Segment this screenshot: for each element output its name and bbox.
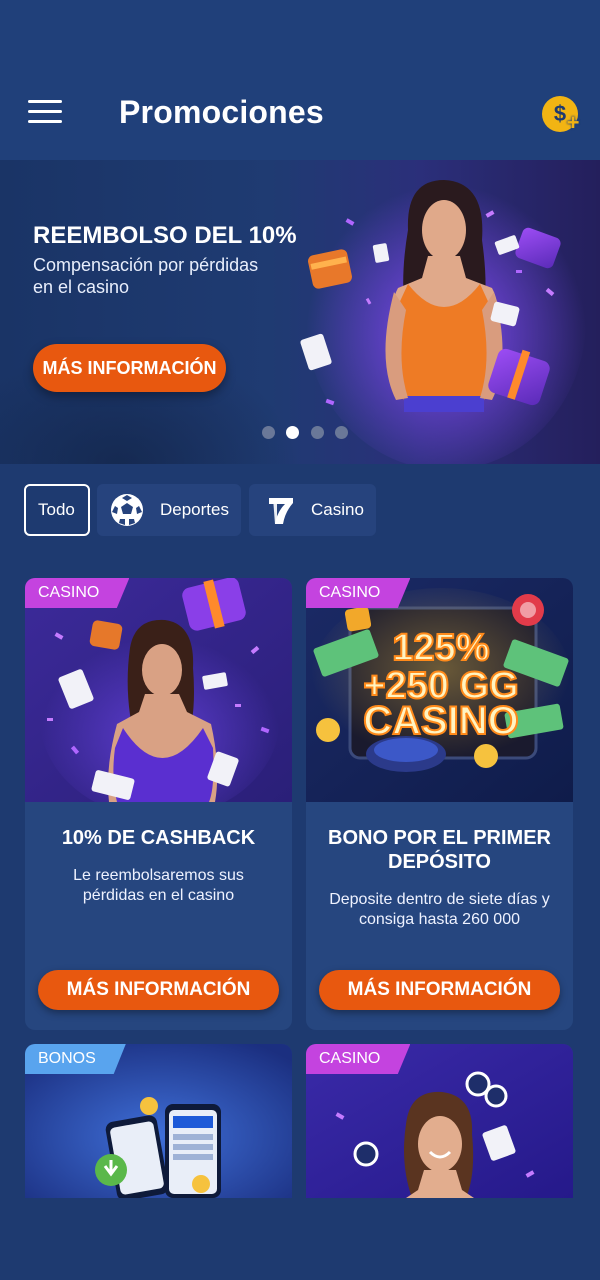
promo-card-bonos[interactable]: BONOS <box>25 1044 292 1198</box>
card-description: Deposite dentro de siete días y consiga … <box>329 891 550 928</box>
filter-chip-label: Casino <box>311 500 364 519</box>
category-tag: CASINO <box>306 578 411 608</box>
promo-card-casino-2[interactable]: CASINO <box>306 1044 573 1198</box>
banner-subtitle: Compensación por pérdidas en el casino <box>33 255 259 297</box>
carousel-dot[interactable] <box>262 426 275 439</box>
banner-title: REEMBOLSO DEL 10% <box>33 222 297 249</box>
hamburger-menu-icon[interactable] <box>28 100 62 126</box>
page-title: Promociones <box>119 94 324 130</box>
filter-chip-casino[interactable]: Casino <box>249 484 376 536</box>
category-tag: BONOS <box>25 1044 126 1074</box>
promo-banner-carousel[interactable]: REEMBOLSO DEL 10% Compensación por pérdi… <box>0 160 600 464</box>
card-title: BONO POR EL PRIMER DEPÓSITO <box>328 827 551 873</box>
card-more-info-button[interactable]: MÁS INFORMACIÓN <box>319 970 560 1010</box>
image-text-casino: CASINO <box>363 699 519 743</box>
soccer-ball-icon <box>111 494 143 526</box>
seven-icon <box>269 498 293 524</box>
carousel-dot-active[interactable] <box>286 426 300 439</box>
banner-woman-illustration <box>300 170 586 464</box>
image-text-percent: 125% <box>392 627 489 669</box>
app-header: Promociones $ + <box>0 0 600 160</box>
card-title: 10% DE CASHBACK <box>61 827 256 849</box>
category-tag: CASINO <box>306 1044 411 1074</box>
first-deposit-image: 125% +250 GG CASINO <box>306 578 573 802</box>
cashback-woman-image <box>25 578 292 802</box>
promo-card-cashback[interactable]: CASINO 10% DE CASHBACK Le reembolsaremos… <box>25 578 292 1030</box>
filter-bar: Todo Deportes Casino <box>0 464 600 554</box>
banner-more-info-button[interactable]: MÁS INFORMACIÓN <box>33 344 226 392</box>
carousel-dots[interactable] <box>262 426 355 440</box>
dollar-coin-plus-icon[interactable]: $ + <box>542 96 579 134</box>
filter-chip-label: Todo <box>38 500 75 519</box>
coin-plus-sign: + <box>566 110 580 135</box>
filter-chip-label: Deportes <box>160 500 229 519</box>
card-more-info-button[interactable]: MÁS INFORMACIÓN <box>38 970 279 1010</box>
filter-chip-todo[interactable]: Todo <box>24 484 90 536</box>
carousel-dot[interactable] <box>310 426 324 439</box>
filter-chip-deportes[interactable]: Deportes <box>97 484 241 536</box>
page-bottom <box>0 1198 600 1280</box>
card-description: Le reembolsaremos sus pérdidas en el cas… <box>73 867 244 904</box>
carousel-dot[interactable] <box>335 426 349 439</box>
promo-card-first-deposit[interactable]: 125% +250 GG CASINO CASINO BONO POR EL P… <box>306 578 573 1030</box>
category-tag: CASINO <box>25 578 130 608</box>
